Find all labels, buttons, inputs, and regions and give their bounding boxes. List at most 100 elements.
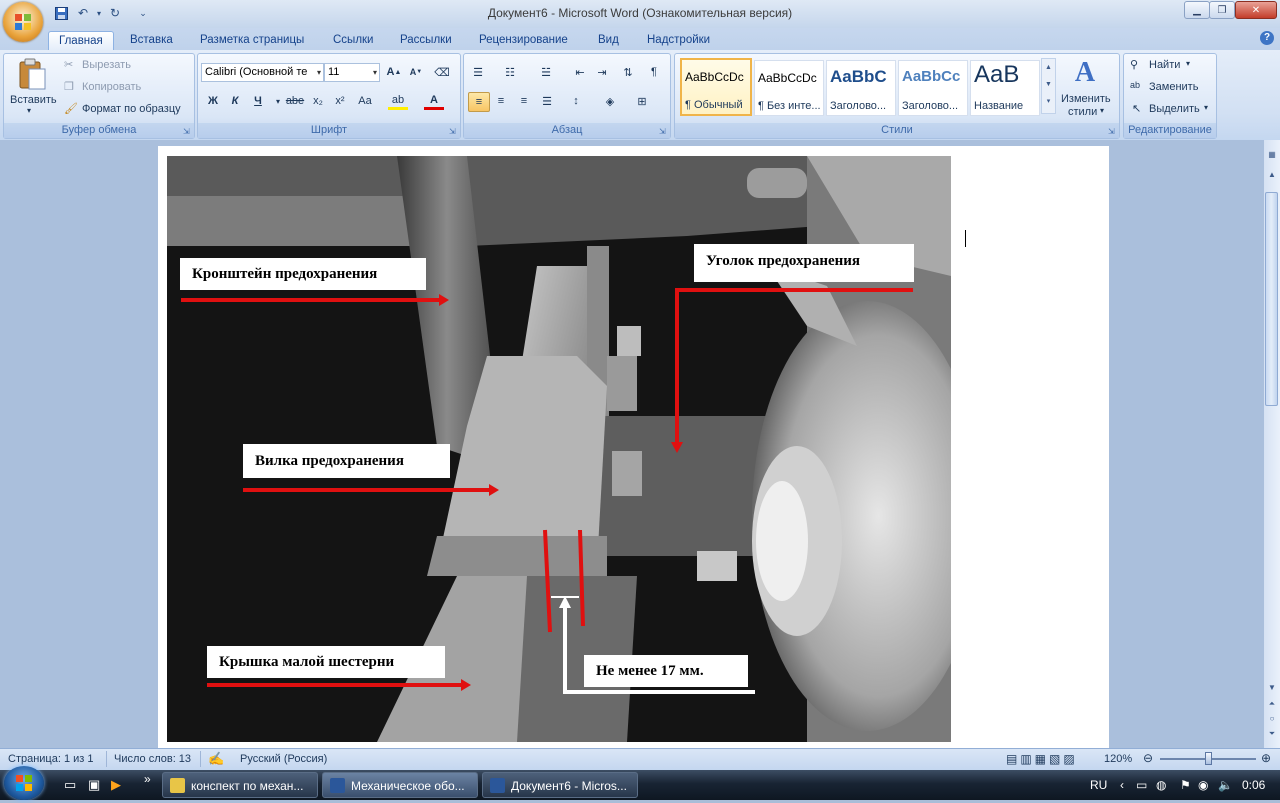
grow-font-button[interactable]: A ▲ <box>384 63 404 81</box>
tab-home[interactable]: Главная <box>48 31 114 51</box>
highlight-icon[interactable]: ab <box>388 92 408 110</box>
subscript-button[interactable]: x₂ <box>308 92 328 110</box>
tray-expand-icon[interactable]: ‹ <box>1120 778 1124 792</box>
select-button[interactable]: Выделить <box>1149 103 1200 115</box>
next-page-icon[interactable]: ⏷ <box>1265 727 1279 741</box>
italic-button[interactable]: К <box>225 92 245 110</box>
font-size-combo[interactable]: 11 ▾ <box>324 63 380 82</box>
justify-icon[interactable]: ☰ <box>537 92 557 110</box>
close-button[interactable]: ✕ <box>1235 1 1277 19</box>
show-marks-icon[interactable]: ¶ <box>644 63 664 81</box>
tab-review[interactable]: Рецензирование <box>469 31 578 50</box>
media-player-icon[interactable]: ▶ <box>111 777 121 793</box>
font-color-icon[interactable]: A <box>424 92 444 110</box>
tab-references[interactable]: Ссылки <box>323 31 384 50</box>
multilevel-list-icon[interactable]: ☱ <box>536 63 556 81</box>
antivirus-icon[interactable]: ◉ <box>1198 778 1208 792</box>
increase-indent-icon[interactable]: ⇥ <box>592 63 612 81</box>
style-heading-2[interactable]: AaBbCc Заголово... <box>898 60 968 116</box>
underline-button[interactable]: Ч <box>248 92 268 110</box>
tab-addins[interactable]: Надстройки <box>637 31 720 50</box>
paste-dropdown-icon[interactable]: ▾ <box>27 106 31 115</box>
network-icon[interactable]: ▭ <box>1136 778 1147 792</box>
tab-view[interactable]: Вид <box>588 31 629 50</box>
skype-icon[interactable]: ◍ <box>1156 778 1166 792</box>
superscript-button[interactable]: x² <box>330 92 350 110</box>
bullets-icon[interactable]: ☰ <box>468 63 488 81</box>
taskbar-item-mechanical[interactable]: Механическое обо... <box>322 772 478 798</box>
quicklaunch-more-icon[interactable]: » <box>144 772 151 786</box>
style-heading-1[interactable]: AaBbC Заголово... <box>826 60 896 116</box>
dialog-launcher-icon[interactable]: ⇲ <box>449 127 458 136</box>
style-normal[interactable]: AaBbCcDc ¶ Обычный <box>680 58 752 116</box>
scroll-down-icon[interactable]: ▼ <box>1265 681 1279 695</box>
zoom-slider-handle[interactable] <box>1205 752 1212 765</box>
office-button[interactable] <box>3 2 43 42</box>
ruler-toggle-icon[interactable]: ▦ <box>1265 148 1279 162</box>
clear-formatting-icon[interactable]: ⌫ <box>432 63 452 81</box>
tab-mailings[interactable]: Рассылки <box>390 31 462 50</box>
replace-button[interactable]: Заменить <box>1149 81 1198 93</box>
dialog-launcher-icon[interactable]: ⇲ <box>183 127 192 136</box>
restore-button[interactable]: ❐ <box>1209 1 1235 19</box>
scroll-thumb[interactable] <box>1265 192 1278 406</box>
status-page[interactable]: Страница: 1 из 1 <box>8 753 94 765</box>
tab-page-layout[interactable]: Разметка страницы <box>190 31 314 50</box>
change-styles-button[interactable]: Изменить <box>1061 93 1111 105</box>
line-spacing-icon[interactable]: ↕ <box>566 92 586 110</box>
styles-gallery-scroll[interactable]: ▲ ▼ ▾ <box>1041 58 1056 114</box>
decrease-indent-icon[interactable]: ⇤ <box>570 63 590 81</box>
switch-windows-icon[interactable]: ▣ <box>88 777 100 793</box>
format-painter-button[interactable]: Формат по образцу <box>82 103 181 115</box>
clipboard-icon[interactable] <box>14 58 50 92</box>
input-language[interactable]: RU <box>1090 778 1107 792</box>
binoculars-icon: ⚲ <box>1130 59 1139 71</box>
zoom-level[interactable]: 120% <box>1104 753 1132 765</box>
status-words[interactable]: Число слов: 13 <box>114 753 191 765</box>
style-title[interactable]: AaB Название <box>970 60 1040 116</box>
strikethrough-button[interactable]: abe <box>285 92 305 110</box>
find-button[interactable]: Найти <box>1149 59 1180 71</box>
browse-object-icon[interactable]: ○ <box>1265 712 1279 726</box>
help-icon[interactable]: ? <box>1260 31 1274 45</box>
find-dropdown-icon[interactable]: ▾ <box>1186 59 1190 68</box>
spellcheck-icon[interactable]: ✍ <box>208 751 224 767</box>
dialog-launcher-icon[interactable]: ⇲ <box>659 127 668 136</box>
paste-button[interactable]: Вставить <box>10 94 57 106</box>
borders-icon[interactable]: ⊞ <box>632 92 652 110</box>
font-name-combo[interactable]: Calibri (Основной те ▾ <box>201 63 324 82</box>
zoom-out-icon[interactable]: ⊖ <box>1143 751 1153 765</box>
change-styles-dropdown-icon[interactable]: ▾ <box>1100 106 1104 115</box>
zoom-in-icon[interactable]: ⊕ <box>1261 751 1271 765</box>
align-center-icon[interactable]: ≡ <box>491 92 511 110</box>
align-right-icon[interactable]: ≡ <box>514 92 534 110</box>
dialog-launcher-icon[interactable]: ⇲ <box>1108 127 1117 136</box>
show-desktop-icon[interactable]: ▭ <box>64 777 76 793</box>
change-styles-button-line2[interactable]: стили <box>1068 106 1097 118</box>
previous-page-icon[interactable]: ⏶ <box>1265 697 1279 711</box>
copy-button[interactable]: Копировать <box>82 81 141 93</box>
style-no-spacing[interactable]: AaBbCcDc ¶ Без инте... <box>754 60 824 116</box>
view-buttons-icon[interactable]: ▤▥▦▧▨ <box>1006 752 1078 766</box>
select-dropdown-icon[interactable]: ▾ <box>1204 103 1208 112</box>
status-language[interactable]: Русский (Россия) <box>240 753 327 765</box>
clock[interactable]: 0:06 <box>1242 778 1265 792</box>
change-styles-icon[interactable]: A <box>1068 58 1102 92</box>
taskbar-item-notes[interactable]: конспект по механ... <box>162 772 318 798</box>
taskbar-item-document6[interactable]: Документ6 - Micros... <box>482 772 638 798</box>
shrink-font-button[interactable]: A ▼ <box>406 63 426 81</box>
bold-button[interactable]: Ж <box>203 92 223 110</box>
volume-icon[interactable]: 🔈 <box>1218 778 1233 792</box>
shading-icon[interactable]: ◈ <box>600 92 620 110</box>
cut-button[interactable]: Вырезать <box>82 59 131 71</box>
align-left-icon[interactable]: ≡ <box>468 92 490 112</box>
sort-icon[interactable]: ⇅ <box>618 63 638 81</box>
minimize-button[interactable]: ▁ <box>1184 1 1210 19</box>
flag-icon[interactable]: ⚑ <box>1180 778 1191 792</box>
style-name: Название <box>974 100 1024 112</box>
start-button[interactable] <box>4 766 44 800</box>
change-case-button[interactable]: Aa <box>355 92 375 110</box>
numbering-icon[interactable]: ☷ <box>500 63 520 81</box>
tab-insert[interactable]: Вставка <box>120 31 183 50</box>
scroll-up-icon[interactable]: ▲ <box>1265 168 1279 182</box>
